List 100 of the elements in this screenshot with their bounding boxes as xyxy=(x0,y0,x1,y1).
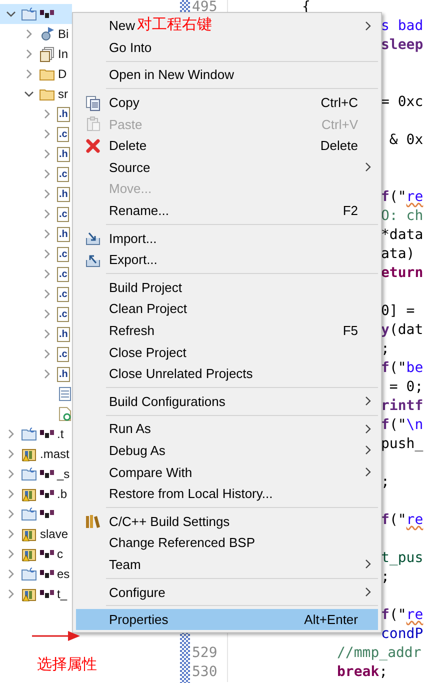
shortcut-text: F2 xyxy=(342,203,358,218)
chevron-right-icon[interactable] xyxy=(6,529,16,539)
menu-item[interactable]: Source xyxy=(109,160,150,175)
menu-item[interactable]: Build Project xyxy=(109,280,182,295)
chevron-right-icon[interactable] xyxy=(6,469,16,479)
menu-item[interactable]: Go Into xyxy=(109,40,152,55)
menu-item[interactable]: Configure xyxy=(109,584,166,600)
menu-item[interactable]: Properties Alt+Enter xyxy=(76,608,378,630)
menu-item[interactable]: Clean Project xyxy=(109,301,188,316)
chevron-right-icon[interactable] xyxy=(42,189,52,199)
tree-item-label: In xyxy=(58,47,68,61)
chevron-right-icon[interactable] xyxy=(42,129,52,139)
tree-item[interactable] xyxy=(0,4,72,24)
tree-item[interactable]: t_ xyxy=(0,584,72,604)
tree-item[interactable]: .h xyxy=(0,104,72,124)
menu-item[interactable]: Copy xyxy=(109,95,140,110)
tree-item[interactable]: .h xyxy=(0,324,72,344)
tree-item[interactable]: .c xyxy=(0,244,72,264)
project-folder-icon xyxy=(21,506,37,522)
project-folder-icon xyxy=(21,566,37,582)
tree-item[interactable]: .c xyxy=(0,204,72,224)
source-file-icon: .h xyxy=(57,106,70,122)
tree-item[interactable]: slave xyxy=(0,524,72,544)
chevron-right-icon[interactable] xyxy=(42,309,52,319)
chevron-right-icon[interactable] xyxy=(6,589,16,599)
tree-item[interactable]: .c xyxy=(0,344,72,364)
code-line: break; xyxy=(337,664,388,680)
tree-item[interactable]: c xyxy=(0,544,72,564)
chevron-right-icon[interactable] xyxy=(6,549,16,559)
chevron-right-icon[interactable] xyxy=(42,229,52,239)
tree-item[interactable]: .c xyxy=(0,164,72,184)
menu-item[interactable]: Close Unrelated Projects xyxy=(109,366,253,382)
chevron-down-icon[interactable] xyxy=(6,9,16,19)
menu-item[interactable]: Close Project xyxy=(109,344,186,360)
menu-item[interactable]: Team xyxy=(109,556,141,572)
code-line: ata) xyxy=(381,246,415,262)
chevron-right-icon[interactable] xyxy=(42,329,52,339)
tree-item[interactable]: sr xyxy=(0,84,72,104)
chevron-right-icon[interactable] xyxy=(6,449,16,459)
includes-icon xyxy=(39,46,55,62)
code-line: O: ch xyxy=(381,208,424,224)
chevron-right-icon[interactable] xyxy=(42,269,52,279)
menu-item[interactable]: Open in New Window xyxy=(109,67,234,82)
chevron-right-icon[interactable] xyxy=(6,509,16,519)
chevron-right-icon[interactable] xyxy=(24,49,34,59)
chevron-down-icon[interactable] xyxy=(24,89,34,99)
menu-item[interactable]: Export... xyxy=(109,252,158,268)
code-line: ; xyxy=(381,474,390,490)
chevron-right-icon[interactable] xyxy=(6,569,16,579)
chevron-right-icon[interactable] xyxy=(42,149,52,159)
menu-item[interactable]: Refresh xyxy=(109,323,155,338)
source-file-icon: .h xyxy=(57,146,70,162)
tree-item[interactable]: .h xyxy=(0,144,72,164)
tree-item[interactable]: .c xyxy=(0,304,72,324)
chevron-right-icon[interactable] xyxy=(42,109,52,119)
tree-item[interactable]: .c xyxy=(0,284,72,304)
menu-item[interactable]: Restore from Local History... xyxy=(109,486,273,502)
code-line: *data xyxy=(381,227,424,243)
code-line: eturn xyxy=(381,265,424,281)
code-line: //mmp_addr xyxy=(337,645,422,661)
chevron-right-icon[interactable] xyxy=(42,249,52,259)
line-number: 530 xyxy=(192,664,218,680)
menu-item[interactable]: Debug As xyxy=(109,442,166,458)
chevron-right-icon[interactable] xyxy=(42,209,52,219)
tree-item[interactable]: .h xyxy=(0,184,72,204)
tree-item[interactable]: .c xyxy=(0,124,72,144)
chevron-right-icon[interactable] xyxy=(6,489,16,499)
source-file-icon: .h xyxy=(57,186,70,202)
tree-item[interactable]: Bi xyxy=(0,24,72,44)
tree-item[interactable]: .h xyxy=(0,224,72,244)
code-line: push_ xyxy=(381,436,424,452)
tree-item[interactable]: .t xyxy=(0,424,72,444)
chevron-right-icon[interactable] xyxy=(42,369,52,379)
menu-item[interactable]: Build Configurations xyxy=(109,394,226,409)
tree-item[interactable]: In xyxy=(0,44,72,64)
chevron-right-icon[interactable] xyxy=(42,169,52,179)
tree-item-label: sr xyxy=(58,87,68,101)
menu-item[interactable]: Rename... xyxy=(109,203,169,218)
chevron-right-icon[interactable] xyxy=(24,29,34,39)
chevron-right-icon[interactable] xyxy=(6,429,16,439)
menu-item[interactable]: Compare With xyxy=(109,464,192,480)
menu-item[interactable]: Change Referenced BSP xyxy=(109,535,255,550)
tree-item[interactable]: _s xyxy=(0,464,72,484)
menu-item[interactable]: Run As xyxy=(109,421,151,436)
source-file-icon: .h xyxy=(57,326,70,342)
chevron-right-icon[interactable] xyxy=(42,289,52,299)
tree-item[interactable]: .c xyxy=(0,264,72,284)
tree-item[interactable]: .mast xyxy=(0,444,72,464)
tree-item-label: Bi xyxy=(58,27,69,41)
tree-item[interactable]: D xyxy=(0,64,72,84)
settings-file-icon xyxy=(57,406,72,422)
chevron-right-icon[interactable] xyxy=(24,69,34,79)
tree-item[interactable]: .h xyxy=(0,364,72,384)
menu-item[interactable]: Delete xyxy=(109,138,147,154)
chevron-right-icon[interactable] xyxy=(42,349,52,359)
tree-item[interactable]: es xyxy=(0,564,72,584)
tree-item[interactable]: .b xyxy=(0,484,72,504)
menu-item[interactable]: C/C++ Build Settings xyxy=(109,514,230,529)
menu-item[interactable]: New xyxy=(109,18,136,34)
menu-item[interactable]: Import... xyxy=(109,230,157,246)
